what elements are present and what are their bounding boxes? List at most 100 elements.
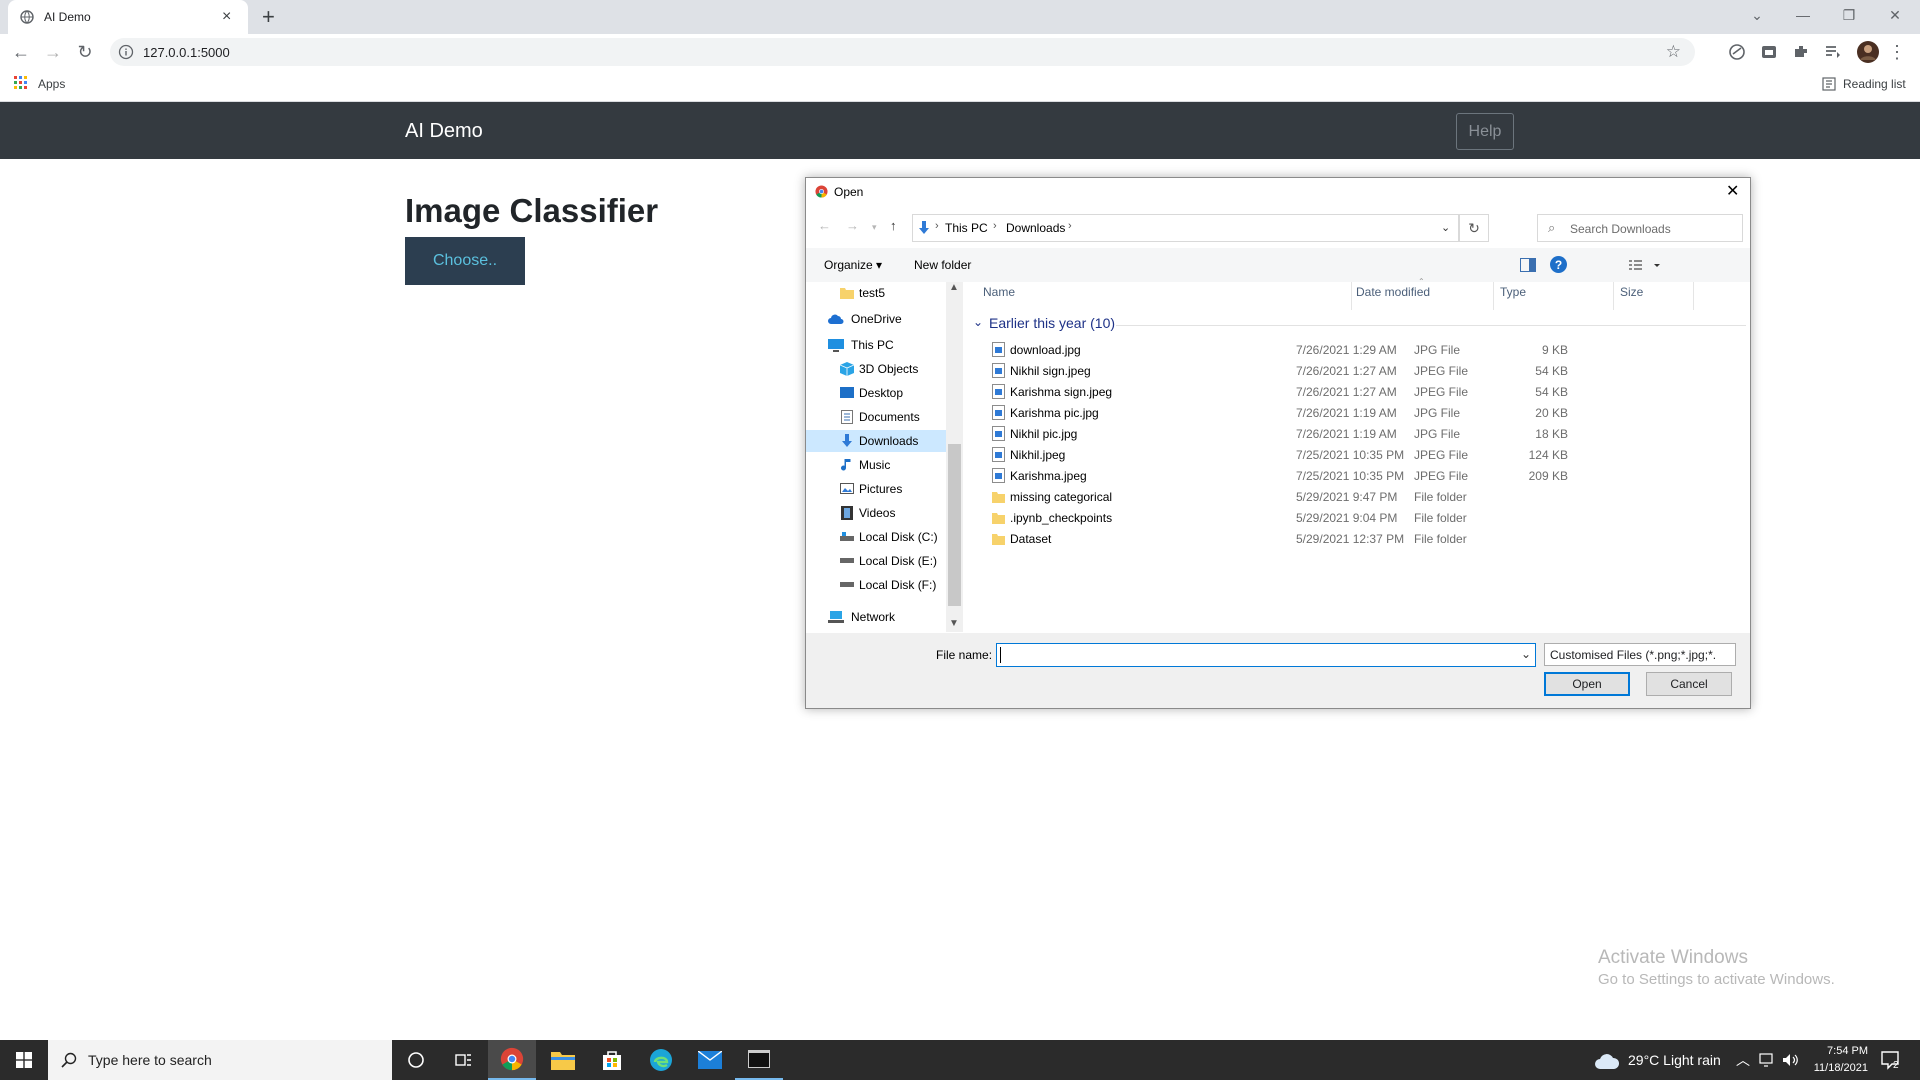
reload-icon[interactable]: ↻ bbox=[74, 41, 96, 63]
dialog-back-icon[interactable]: ← bbox=[818, 218, 831, 233]
taskbar-search-input[interactable]: Type here to search bbox=[48, 1040, 392, 1080]
minimize-icon[interactable]: — bbox=[1780, 0, 1826, 30]
apps-grid-icon[interactable] bbox=[14, 76, 28, 90]
nav-item-documents[interactable]: Documents bbox=[806, 406, 946, 428]
terminal-icon[interactable] bbox=[735, 1040, 783, 1080]
taskbar-chrome-icon[interactable] bbox=[488, 1040, 536, 1080]
edge-icon[interactable] bbox=[637, 1040, 685, 1080]
address-bar[interactable]: 127.0.0.1:5000 ☆ bbox=[110, 38, 1695, 66]
scrollbar-thumb[interactable] bbox=[948, 444, 961, 606]
file-name-input[interactable]: ⌄ bbox=[996, 643, 1536, 667]
file-row[interactable]: download.jpg 7/26/2021 1:29 AM JPG File 9 K… bbox=[976, 339, 1736, 360]
nav-item-this-pc[interactable]: This PC bbox=[806, 334, 946, 356]
nav-item-videos[interactable]: Videos bbox=[806, 502, 946, 524]
reading-list-icon[interactable] bbox=[1822, 77, 1836, 91]
file-name-dropdown-icon[interactable]: ⌄ bbox=[1521, 647, 1531, 661]
puzzle-icon[interactable] bbox=[1791, 42, 1811, 62]
file-row[interactable]: .ipynb_checkpoints 5/29/2021 9:04 PM File … bbox=[976, 507, 1736, 528]
choose-file-button[interactable]: Choose.. bbox=[405, 237, 525, 285]
column-separator[interactable] bbox=[1693, 282, 1694, 310]
show-hidden-icons-chevron-icon[interactable]: ︿ bbox=[1736, 1050, 1750, 1070]
nav-item-local-disk-c[interactable]: Local Disk (C:) bbox=[806, 526, 946, 548]
nav-item-test5[interactable]: test5 bbox=[806, 282, 946, 304]
column-separator[interactable] bbox=[1351, 282, 1352, 310]
file-row[interactable]: Nikhil pic.jpg 7/26/2021 1:19 AM JPG File 1… bbox=[976, 423, 1736, 444]
bookmark-star-icon[interactable]: ☆ bbox=[1666, 42, 1681, 62]
preview-pane-icon[interactable] bbox=[1520, 258, 1536, 272]
breadcrumb-this-pc[interactable]: This PC bbox=[945, 221, 988, 235]
nav-item-local-disk-f[interactable]: Local Disk (F:) bbox=[806, 574, 946, 596]
file-row[interactable]: Dataset 5/29/2021 12:37 PM File folder bbox=[976, 528, 1736, 549]
file-row[interactable]: Karishma pic.jpg 7/26/2021 1:19 AM JPG Fil… bbox=[976, 402, 1736, 423]
cancel-button[interactable]: Cancel bbox=[1646, 672, 1732, 696]
open-button[interactable]: Open bbox=[1544, 672, 1630, 696]
restore-icon[interactable]: ❐ bbox=[1826, 0, 1872, 30]
file-row[interactable]: Karishma sign.jpeg 7/26/2021 1:27 AM JPEG … bbox=[976, 381, 1736, 402]
extension-icon[interactable] bbox=[1759, 42, 1779, 62]
mail-icon[interactable] bbox=[686, 1040, 734, 1080]
media-queue-icon[interactable] bbox=[1823, 42, 1843, 62]
scroll-up-icon[interactable]: ▲ bbox=[949, 282, 959, 293]
browser-tab[interactable]: AI Demo × bbox=[8, 0, 248, 34]
help-button[interactable]: Help bbox=[1456, 113, 1514, 150]
dialog-search-input[interactable]: ⌕ Search Downloads bbox=[1537, 214, 1743, 242]
brand-link[interactable]: AI Demo bbox=[405, 120, 483, 143]
file-row[interactable]: Karishma.jpeg 7/25/2021 10:35 PM JPEG File… bbox=[976, 465, 1736, 486]
tab-close-icon[interactable]: × bbox=[222, 8, 231, 26]
window-close-icon[interactable]: ✕ bbox=[1872, 0, 1918, 30]
nav-item-music[interactable]: Music bbox=[806, 454, 946, 476]
nav-item-downloads[interactable]: Downloads bbox=[806, 430, 946, 452]
file-row[interactable]: missing categorical 5/29/2021 9:47 PM File… bbox=[976, 486, 1736, 507]
tab-search-icon[interactable]: ⌄ bbox=[1734, 0, 1780, 30]
weather-cloud-icon[interactable] bbox=[1594, 1053, 1620, 1069]
address-history-chevron-icon[interactable]: ⌄ bbox=[1441, 221, 1450, 234]
clock-time[interactable]: 7:54 PM bbox=[1800, 1045, 1868, 1057]
file-row[interactable]: Nikhil.jpeg 7/25/2021 10:35 PM JPEG File 12… bbox=[976, 444, 1736, 465]
menu-kebab-icon[interactable]: ⋮ bbox=[1886, 41, 1908, 63]
dialog-forward-icon[interactable]: → bbox=[846, 218, 859, 233]
volume-icon[interactable] bbox=[1782, 1053, 1798, 1067]
file-row[interactable]: Nikhil sign.jpeg 7/26/2021 1:27 AM JPEG Fi… bbox=[976, 360, 1736, 381]
clock-date[interactable]: 11/18/2021 bbox=[1800, 1062, 1868, 1074]
extension-icon[interactable] bbox=[1727, 42, 1747, 62]
nav-item-3d-objects[interactable]: 3D Objects bbox=[806, 358, 946, 380]
up-folder-icon[interactable]: ↑ bbox=[890, 218, 897, 233]
dialog-address-bar[interactable]: › This PC › Downloads › ⌄ bbox=[912, 214, 1459, 242]
reading-list-button[interactable]: Reading list bbox=[1843, 77, 1906, 91]
file-group-header[interactable]: Earlier this year (10) bbox=[989, 315, 1115, 331]
organize-button[interactable]: Organize ▾ bbox=[824, 258, 882, 272]
column-header-size[interactable]: Size bbox=[1620, 285, 1643, 299]
nav-item-local-disk-e[interactable]: Local Disk (E:) bbox=[806, 550, 946, 572]
apps-bookmark[interactable]: Apps bbox=[38, 77, 65, 91]
dialog-close-icon[interactable]: ✕ bbox=[1726, 181, 1739, 201]
breadcrumb-downloads[interactable]: Downloads bbox=[1006, 221, 1065, 235]
column-separator[interactable] bbox=[1613, 282, 1614, 310]
network-status-icon[interactable] bbox=[1759, 1053, 1773, 1067]
file-explorer-icon[interactable] bbox=[539, 1040, 587, 1080]
dialog-help-icon[interactable]: ? bbox=[1550, 256, 1567, 273]
forward-icon[interactable]: → bbox=[42, 41, 64, 63]
task-view-icon[interactable] bbox=[440, 1040, 488, 1080]
info-icon[interactable] bbox=[118, 44, 134, 60]
column-separator[interactable] bbox=[1493, 282, 1494, 310]
nav-item-pictures[interactable]: Pictures bbox=[806, 478, 946, 500]
column-header-date[interactable]: Date modified bbox=[1356, 285, 1430, 299]
nav-item-desktop[interactable]: Desktop bbox=[806, 382, 946, 404]
file-type-filter-select[interactable]: Customised Files (*.png;*.jpg;*. bbox=[1544, 643, 1736, 666]
cortana-icon[interactable] bbox=[392, 1040, 440, 1080]
scroll-down-icon[interactable]: ▼ bbox=[949, 618, 959, 629]
back-icon[interactable]: ← bbox=[10, 41, 32, 63]
dialog-refresh-icon[interactable]: ↻ bbox=[1459, 214, 1489, 242]
avatar[interactable] bbox=[1856, 40, 1880, 64]
nav-item-onedrive[interactable]: OneDrive bbox=[806, 308, 946, 330]
change-view-icon[interactable] bbox=[1628, 259, 1664, 273]
start-button[interactable] bbox=[0, 1040, 48, 1080]
weather-widget[interactable]: 29°C Light rain bbox=[1628, 1052, 1721, 1068]
recent-locations-icon[interactable]: ▾ bbox=[872, 222, 877, 233]
group-collapse-chevron-icon[interactable]: ⌄ bbox=[973, 315, 983, 329]
column-header-type[interactable]: Type bbox=[1500, 285, 1526, 299]
column-header-name[interactable]: Name bbox=[983, 285, 1015, 299]
nav-item-network[interactable]: Network bbox=[806, 606, 946, 628]
microsoft-store-icon[interactable] bbox=[588, 1040, 636, 1080]
new-tab-button[interactable]: + bbox=[262, 4, 275, 30]
